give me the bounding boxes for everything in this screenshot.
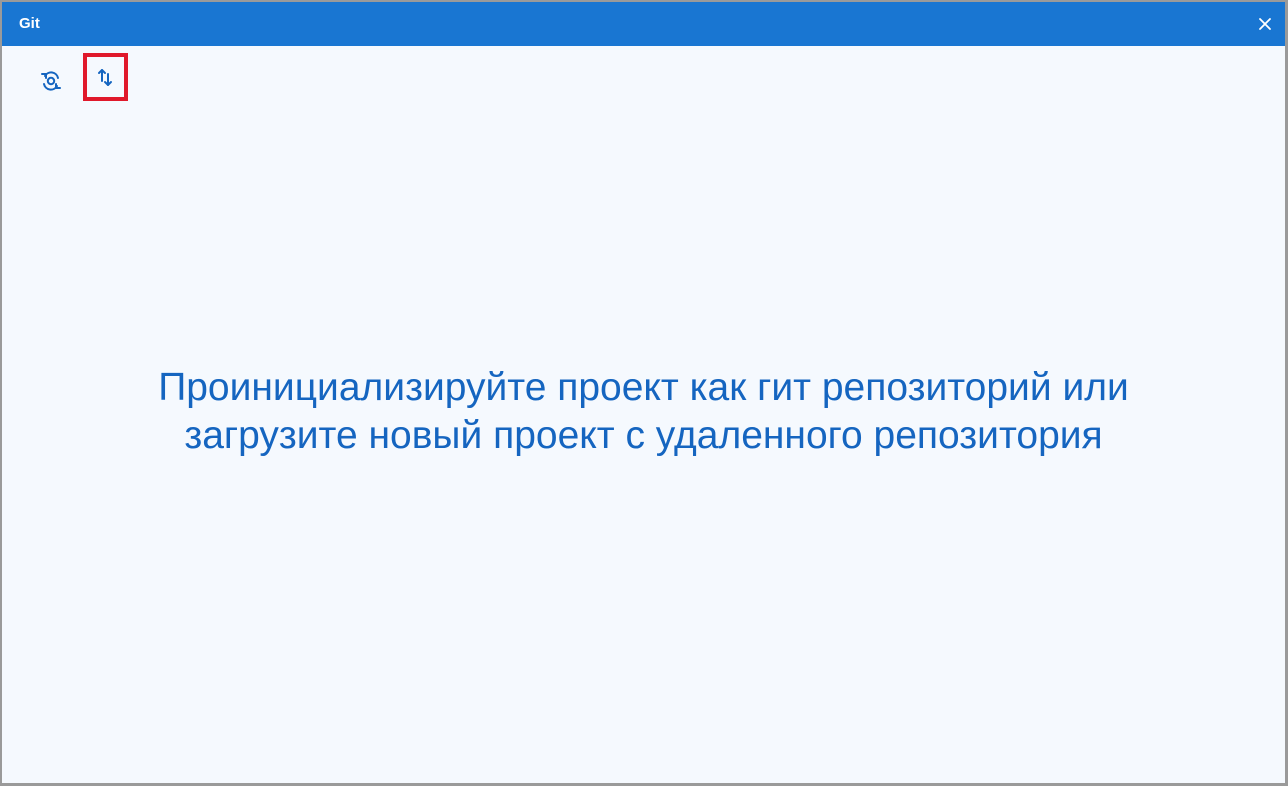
empty-state-line-1: Проинициализируйте проект как гит репози… xyxy=(158,366,1129,409)
close-button[interactable] xyxy=(1255,14,1275,34)
sync-button[interactable] xyxy=(83,53,128,101)
title-bar: Git xyxy=(2,2,1285,46)
sync-arrows-icon xyxy=(98,69,112,86)
dialog-title: Git xyxy=(19,15,40,32)
toolbar xyxy=(2,46,1285,106)
empty-state-message: Проинициализируйте проект как гит репози… xyxy=(2,364,1285,460)
git-dialog: Git Проинициализируйте проект как гит ре… xyxy=(2,2,1285,783)
init-repository-button[interactable] xyxy=(32,60,68,96)
empty-state-line-2: загрузите новый проект с удаленного репо… xyxy=(184,414,1103,457)
close-icon xyxy=(1259,18,1271,30)
git-init-icon xyxy=(41,71,61,91)
